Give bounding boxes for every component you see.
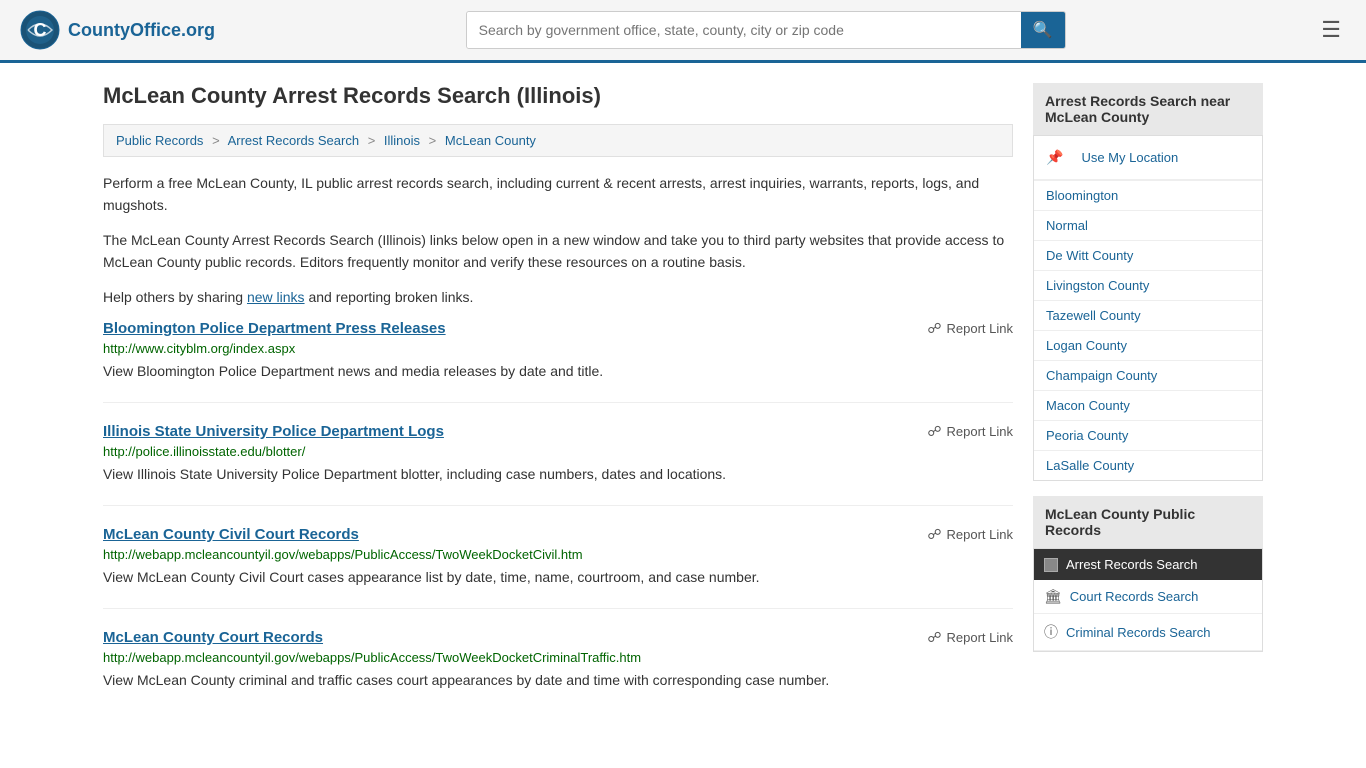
sidebar-use-location-item: 📌 Use My Location (1034, 136, 1262, 181)
sidebar-item-logan: Logan County (1034, 331, 1262, 361)
active-square-icon (1044, 558, 1058, 572)
result-title-1[interactable]: Bloomington Police Department Press Rele… (103, 320, 446, 337)
sidebar: Arrest Records Search near McLean County… (1033, 83, 1263, 731)
sidebar-public-records-header: McLean County Public Records (1033, 496, 1263, 549)
sidebar-nearby-section: Arrest Records Search near McLean County… (1033, 83, 1263, 481)
report-link-3[interactable]: ☍ Report Link (927, 526, 1013, 543)
sidebar-item-tazewell: Tazewell County (1034, 301, 1262, 331)
result-header: Bloomington Police Department Press Rele… (103, 320, 1013, 337)
results-list: Bloomington Police Department Press Rele… (103, 320, 1013, 711)
search-input-wrap: 🔍 (466, 11, 1066, 49)
result-url-2[interactable]: http://police.illinoisstate.edu/blotter/ (103, 444, 1013, 459)
sidebar-item-court-records[interactable]: 🏛 Court Records Search (1034, 580, 1262, 614)
page-title: McLean County Arrest Records Search (Ill… (103, 83, 1013, 109)
logo-area: C CountyOffice.org (20, 10, 215, 50)
description-2: The McLean County Arrest Records Search … (103, 229, 1013, 274)
sidebar-item-macon: Macon County (1034, 391, 1262, 421)
new-links-link[interactable]: new links (247, 289, 305, 305)
result-header: McLean County Civil Court Records ☍ Repo… (103, 526, 1013, 543)
breadcrumb-sep-2: > (368, 133, 376, 148)
result-desc-2: View Illinois State University Police De… (103, 464, 1013, 485)
building-icon: 🏛 (1044, 588, 1062, 605)
menu-button[interactable]: ☰ (1316, 12, 1346, 48)
report-icon-4: ☍ (927, 629, 941, 646)
sidebar-item-normal: Normal (1034, 211, 1262, 241)
breadcrumb-link-arrest-records[interactable]: Arrest Records Search (228, 133, 360, 148)
report-link-2[interactable]: ☍ Report Link (927, 423, 1013, 440)
site-header: C CountyOffice.org 🔍 ☰ (0, 0, 1366, 63)
result-header: Illinois State University Police Departm… (103, 423, 1013, 440)
svg-text:C: C (34, 20, 47, 40)
result-item: McLean County Civil Court Records ☍ Repo… (103, 526, 1013, 609)
breadcrumb-link-mclean[interactable]: McLean County (445, 133, 536, 148)
logo-text: CountyOffice.org (68, 20, 215, 41)
result-item: McLean County Court Records ☍ Report Lin… (103, 629, 1013, 711)
result-header: McLean County Court Records ☍ Report Lin… (103, 629, 1013, 646)
main-container: McLean County Arrest Records Search (Ill… (83, 63, 1283, 751)
result-title-2[interactable]: Illinois State University Police Departm… (103, 423, 444, 440)
sidebar-item-arrest-records[interactable]: Arrest Records Search (1034, 549, 1262, 580)
result-title-3[interactable]: McLean County Civil Court Records (103, 526, 359, 543)
result-desc-1: View Bloomington Police Department news … (103, 361, 1013, 382)
result-url-3[interactable]: http://webapp.mcleancountyil.gov/webapps… (103, 547, 1013, 562)
breadcrumb-link-public-records[interactable]: Public Records (116, 133, 203, 148)
result-url-4[interactable]: http://webapp.mcleancountyil.gov/webapps… (103, 650, 1013, 665)
sidebar-item-bloomington: Bloomington (1034, 181, 1262, 211)
search-area: 🔍 (466, 11, 1066, 49)
location-pin-icon: 📌 (1046, 149, 1063, 166)
sidebar-item-dewitt: De Witt County (1034, 241, 1262, 271)
sidebar-item-criminal-records[interactable]: ⓘ Criminal Records Search (1034, 614, 1262, 651)
report-link-4[interactable]: ☍ Report Link (927, 629, 1013, 646)
search-input[interactable] (467, 12, 1021, 48)
result-url-1[interactable]: http://www.cityblm.org/index.aspx (103, 341, 1013, 356)
report-icon-2: ☍ (927, 423, 941, 440)
logo-icon: C (20, 10, 60, 50)
sidebar-public-records-list: Arrest Records Search 🏛 Court Records Se… (1033, 549, 1263, 652)
result-desc-4: View McLean County criminal and traffic … (103, 670, 1013, 691)
sidebar-item-peoria: Peoria County (1034, 421, 1262, 451)
report-icon-3: ☍ (927, 526, 941, 543)
report-icon-1: ☍ (927, 320, 941, 337)
sidebar-item-lasalle: LaSalle County (1034, 451, 1262, 480)
description-3: Help others by sharing new links and rep… (103, 286, 1013, 308)
description-1: Perform a free McLean County, IL public … (103, 172, 1013, 217)
report-link-1[interactable]: ☍ Report Link (927, 320, 1013, 337)
sidebar-nearby-list: 📌 Use My Location Bloomington Normal De … (1033, 136, 1263, 481)
sidebar-item-livingston: Livingston County (1034, 271, 1262, 301)
sidebar-item-champaign: Champaign County (1034, 361, 1262, 391)
result-desc-3: View McLean County Civil Court cases app… (103, 567, 1013, 588)
result-title-4[interactable]: McLean County Court Records (103, 629, 323, 646)
search-button[interactable]: 🔍 (1021, 12, 1065, 48)
sidebar-nearby-header: Arrest Records Search near McLean County (1033, 83, 1263, 136)
content-area: McLean County Arrest Records Search (Ill… (103, 83, 1013, 731)
info-icon: ⓘ (1044, 622, 1058, 642)
breadcrumb-sep-3: > (429, 133, 437, 148)
sidebar-public-records-section: McLean County Public Records Arrest Reco… (1033, 496, 1263, 652)
result-item: Bloomington Police Department Press Rele… (103, 320, 1013, 403)
breadcrumb-sep-1: > (212, 133, 220, 148)
result-item: Illinois State University Police Departm… (103, 423, 1013, 506)
use-location-link[interactable]: Use My Location (1069, 143, 1190, 172)
breadcrumb-link-illinois[interactable]: Illinois (384, 133, 420, 148)
breadcrumb: Public Records > Arrest Records Search >… (103, 124, 1013, 157)
